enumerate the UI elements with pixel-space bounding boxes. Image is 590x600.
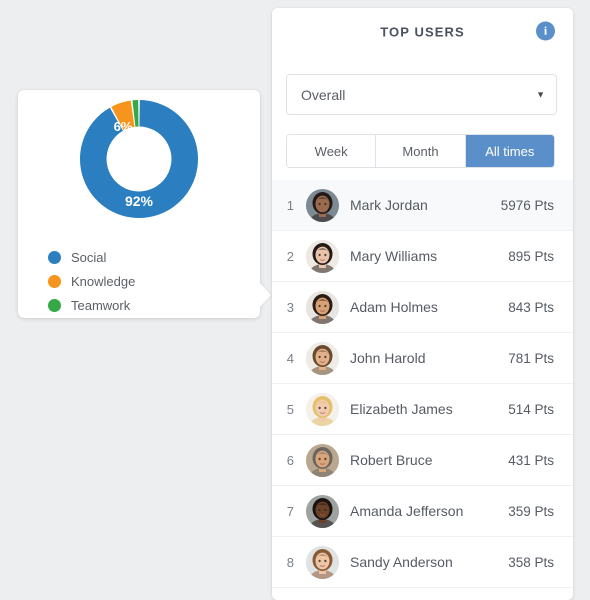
page-title: TOP USERS	[380, 24, 465, 40]
legend-swatch-social-icon	[48, 250, 61, 264]
scope-select[interactable]: Overall ▼	[286, 74, 557, 115]
avatar	[306, 341, 339, 375]
user-points: 514 Pts	[508, 401, 554, 417]
avatar	[306, 443, 339, 477]
user-points: 843 Pts	[508, 299, 554, 315]
card-pointer-arrow	[259, 282, 271, 308]
avatar	[306, 239, 339, 273]
table-row[interactable]: 3 Adam Holmes 843 Pts	[272, 282, 573, 333]
user-rank: 3	[286, 299, 294, 315]
user-rank: 6	[286, 452, 294, 468]
user-name: Elizabeth James	[350, 401, 453, 417]
avatar	[306, 392, 339, 426]
legend-item-label: Teamwork	[71, 297, 131, 313]
table-row[interactable]: 2 Mary Williams 895 Pts	[272, 231, 573, 282]
tab-label: Month	[402, 143, 439, 159]
user-name: Mark Jordan	[350, 197, 428, 213]
scope-select-value: Overall	[301, 86, 346, 103]
legend-item-teamwork[interactable]: Teamwork	[48, 293, 248, 317]
user-rank: 1	[286, 197, 294, 213]
tab-month[interactable]: Month	[376, 135, 466, 167]
user-points: 431 Pts	[508, 452, 554, 468]
top-users-list[interactable]: 1 Mark Jordan 5976 Pts 2 Mary Williams 895 Pt…	[272, 180, 573, 600]
avatar	[306, 290, 339, 324]
user-name: Amanda Jefferson	[350, 503, 464, 519]
tab-week[interactable]: Week	[287, 135, 377, 167]
donut-chart: 92% 6%	[18, 90, 260, 242]
skills-donut-card: 92% 6% Social Knowledge Teamwork	[18, 90, 271, 318]
timeframe-tabs: Week Month All times	[286, 134, 555, 168]
donut-label-knowledge: 6%	[114, 119, 133, 134]
legend-item-label: Knowledge	[71, 273, 136, 289]
user-points: 359 Pts	[508, 503, 554, 519]
legend-swatch-knowledge-icon	[48, 274, 61, 288]
donut-label-social: 92%	[125, 193, 154, 209]
user-points: 358 Pts	[508, 554, 554, 570]
legend-item-label: Social	[71, 249, 107, 265]
table-row[interactable]: 7 Amanda Jefferson 359 Pts	[272, 486, 573, 537]
tab-label: All times	[485, 143, 535, 159]
user-points: 781 Pts	[508, 350, 554, 366]
tab-all-times[interactable]: All times	[465, 135, 554, 167]
user-rank: 7	[286, 503, 294, 519]
chevron-down-icon: ▼	[536, 89, 545, 99]
table-row[interactable]: 4 John Harold 781 Pts	[272, 333, 573, 384]
user-points: 5976 Pts	[500, 197, 554, 213]
user-name: Robert Bruce	[350, 452, 433, 468]
table-row[interactable]: 8 Sandy Anderson 358 Pts	[272, 537, 573, 588]
legend-item-knowledge[interactable]: Knowledge	[48, 269, 248, 293]
user-points: 895 Pts	[508, 248, 554, 264]
user-rank: 4	[286, 350, 294, 366]
panel-header: TOP USERS i	[272, 8, 573, 62]
user-name: Adam Holmes	[350, 299, 438, 315]
user-name: Sandy Anderson	[350, 554, 453, 570]
user-rank: 8	[286, 554, 294, 570]
legend-swatch-teamwork-icon	[48, 298, 61, 312]
user-name: John Harold	[350, 350, 426, 366]
legend-item-social[interactable]: Social	[48, 245, 248, 269]
avatar	[306, 545, 339, 579]
chart-legend: Social Knowledge Teamwork	[48, 245, 248, 317]
donut-chart-svg: 92% 6%	[80, 100, 198, 218]
avatar	[306, 494, 339, 528]
user-rank: 2	[286, 248, 294, 264]
user-rank: 5	[286, 401, 294, 417]
table-row[interactable]: 6 Robert Bruce 431 Pts	[272, 435, 573, 486]
top-users-panel: TOP USERS i Overall ▼ Week Month All times…	[272, 8, 573, 600]
table-row[interactable]: 1 Mark Jordan 5976 Pts	[272, 180, 573, 231]
user-name: Mary Williams	[350, 248, 438, 264]
table-row[interactable]: 5 Elizabeth James 514 Pts	[272, 384, 573, 435]
info-icon[interactable]: i	[536, 21, 555, 41]
tab-label: Week	[314, 143, 348, 159]
avatar	[306, 188, 339, 222]
